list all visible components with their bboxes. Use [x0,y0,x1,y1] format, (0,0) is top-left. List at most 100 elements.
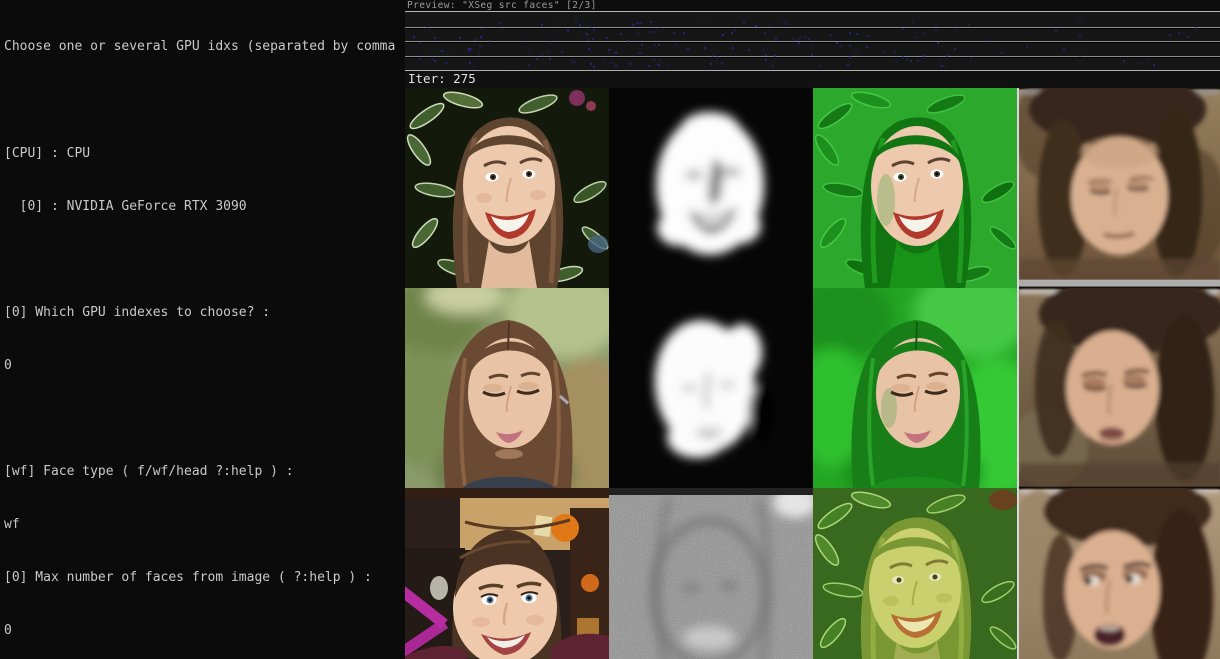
loss-point [654,31,657,34]
loss-point [528,49,531,52]
green-overlay-image [813,88,1017,288]
loss-point [673,32,676,35]
loss-point [569,59,572,62]
face-mask-image [609,88,813,288]
loss-point [479,45,482,48]
loss-point [478,52,481,55]
loss-point [650,20,653,23]
loss-point [839,44,842,47]
loss-point [481,28,484,31]
loss-point [615,51,618,54]
loss-point [953,48,956,51]
loss-point [605,36,608,39]
terminal-line: 0 [4,623,12,639]
loss-point [883,51,886,54]
cell-r1c3-green-overlay [813,88,1017,288]
loss-point [1026,45,1029,48]
loss-point [459,36,462,39]
loss-point [1079,54,1082,57]
loss-point [804,35,807,38]
loss-point [786,22,789,25]
loss-point [580,31,583,34]
loss-point [734,29,737,32]
cell-r3c1-source-photo [405,488,609,659]
loss-point [798,36,801,39]
loss-point [847,64,850,67]
loss-point [909,60,912,63]
cell-r3c2-noise-map [609,488,813,659]
loss-point [1168,33,1171,36]
loss-point [653,43,656,46]
green-overlay-image [813,288,1017,488]
loss-point [835,41,838,44]
xseg-preview-window[interactable]: Preview: "XSeg src faces" [2/3] Iter: 27… [405,0,1220,659]
loss-point [946,55,949,58]
loss-point [731,32,734,35]
loss-point [610,61,613,64]
loss-point [893,51,896,54]
separator-strip [1019,279,1220,287]
cell-r1c2-predicted-mask [609,88,813,288]
gray-noise-texture [609,488,813,659]
loss-point [849,56,852,59]
loss-point [905,57,908,60]
loss-point [487,40,490,43]
loss-point [637,31,640,34]
orange-decoration [551,514,579,542]
loss-point [761,48,764,51]
loss-point [855,32,858,35]
preview-title: Preview: "XSeg src faces" [2/3] [405,0,1220,12]
loss-point [592,66,595,69]
loss-point [703,46,706,49]
graph-gridline [405,41,1220,42]
loss-point [627,39,630,42]
terminal-line: [0] Which GPU indexes to choose? : [4,304,271,320]
loss-point [434,36,437,39]
loss-point [444,62,447,65]
loss-point [1187,35,1190,38]
loss-point [923,56,926,59]
loss-point [650,30,652,33]
loss-point [658,63,661,66]
loss-point [659,27,662,30]
cell-r1c1-source-photo [405,88,609,288]
loss-point [593,29,596,32]
cell-r3c3-green-tinted [813,488,1017,659]
loss-point [536,58,539,61]
loss-point [573,61,576,64]
loss-point [1078,20,1081,23]
terminal-line: 0 [4,357,12,373]
loss-point [639,21,642,24]
loss-point [498,22,501,25]
loss-point [607,48,610,51]
loss-point [1139,63,1142,66]
loss-point [431,58,434,61]
loss-point [588,48,591,51]
loss-point [549,41,552,44]
loss-point [866,45,869,48]
terminal-line: [0] : NVIDIA GeForce RTX 3090 [4,198,247,214]
loss-point [1152,64,1155,67]
loss-point [901,55,904,58]
loss-point [578,24,581,27]
loss-point [782,21,785,24]
loss-point [901,28,904,31]
cell-r2c2-predicted-mask [609,288,813,488]
loss-point [653,58,656,61]
ghost-figure [430,576,448,600]
loss-point [1123,59,1126,62]
loss-point [447,52,450,55]
loss-point [632,23,635,26]
loss-point [468,61,471,64]
loss-point [585,33,588,36]
face-mask-image [609,288,813,488]
loss-point [590,25,593,28]
loss-point [528,63,531,66]
console-window[interactable]: Choose one or several GPU idxs (separate… [0,0,405,659]
loss-point [924,32,927,35]
loss-point [467,50,470,53]
loss-point [614,64,617,67]
loss-point [742,20,745,23]
